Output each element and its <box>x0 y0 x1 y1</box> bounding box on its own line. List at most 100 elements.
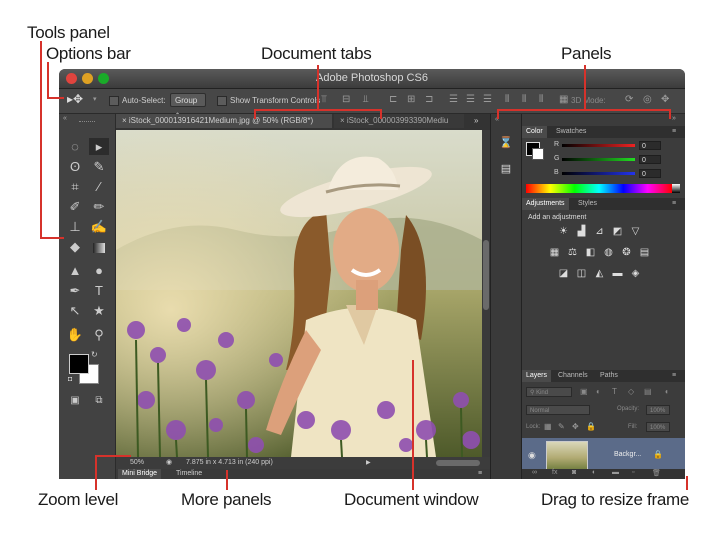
default-colors-icon[interactable]: ◘ <box>68 376 72 383</box>
swatches-tab[interactable]: Swatches <box>552 126 590 138</box>
auto-align-icon[interactable]: ▦ <box>559 95 568 105</box>
layer-filter-dropdown[interactable]: ⚲ Kind <box>526 387 572 397</box>
document-tab-active[interactable]: × iStock_000013916421Medium.jpg @ 50% (R… <box>116 114 332 128</box>
align-vcenter-icon[interactable]: ⊟ <box>342 95 350 105</box>
filter-pixel-icon[interactable]: ▣ <box>580 387 588 396</box>
history-panel-icon[interactable]: ⌛ <box>498 136 514 152</box>
lasso-tool-icon[interactable]: ʘ <box>65 158 85 175</box>
tab-close-icon[interactable]: × <box>340 116 345 125</box>
blend-mode-dropdown[interactable]: Normal <box>526 405 590 415</box>
paths-tab[interactable]: Paths <box>596 370 622 382</box>
status-info-icon[interactable]: ◉ <box>166 457 172 469</box>
status-menu-arrow-icon[interactable]: ▶ <box>366 457 371 469</box>
distribute-left-icon[interactable]: ⫴ <box>505 95 509 105</box>
spectrum-white-black[interactable] <box>672 184 680 193</box>
posterize-icon[interactable]: ◫ <box>576 268 587 279</box>
gradient-tool-icon[interactable] <box>89 238 109 255</box>
lock-transparent-icon[interactable]: ▦ <box>544 422 552 431</box>
clone-stamp-tool-icon[interactable]: ⊥ <box>65 218 85 235</box>
new-group-icon[interactable]: ▬ <box>612 469 619 476</box>
shape-tool-icon[interactable]: ★ <box>89 302 109 319</box>
distribute-right-icon[interactable]: ⫴ <box>539 95 543 105</box>
crop-tool-icon[interactable]: ⌗ <box>65 178 85 195</box>
move-tool-icon[interactable]: ▸✥ <box>67 93 83 105</box>
filter-shape-icon[interactable]: ◇ <box>628 387 634 396</box>
auto-select-dropdown[interactable]: Group ⇕ <box>170 93 206 119</box>
path-select-tool-icon[interactable]: ↖ <box>65 302 85 319</box>
adjustments-tab[interactable]: Adjustments <box>522 198 569 210</box>
styles-tab[interactable]: Styles <box>574 198 601 210</box>
exposure-icon[interactable]: ◩ <box>612 226 623 237</box>
color-tab[interactable]: Color <box>522 126 547 138</box>
color-background-swatch[interactable] <box>532 148 544 160</box>
red-value-field[interactable]: 0 <box>639 141 661 150</box>
fill-field[interactable]: 100% <box>646 422 670 432</box>
show-transform-checkbox[interactable] <box>217 96 227 106</box>
hand-tool-icon[interactable]: ✋ <box>65 326 85 343</box>
quick-mask-icon[interactable]: ▣ <box>65 392 85 409</box>
rotate-3d-icon[interactable]: ⟳ <box>625 95 633 105</box>
panel-menu-icon[interactable]: ≡ <box>672 126 676 138</box>
filter-smart-object-icon[interactable]: ▤ <box>644 387 652 396</box>
horizontal-scroll-thumb[interactable] <box>436 460 480 466</box>
gradient-map-icon[interactable]: ▬ <box>612 268 623 279</box>
tool-preset-chevron-icon[interactable]: ▾ <box>93 95 97 105</box>
quick-select-tool-icon[interactable]: ✎ <box>89 158 109 175</box>
dodge-tool-icon[interactable]: ● <box>89 262 109 279</box>
brush-tool-icon[interactable]: ✏ <box>89 198 109 215</box>
panels-expand-icon[interactable]: » <box>672 115 676 122</box>
channel-mixer-icon[interactable]: ❂ <box>621 247 632 258</box>
distribute-bottom-icon[interactable]: ☰ <box>483 95 492 105</box>
swap-colors-icon[interactable]: ↻ <box>91 350 98 359</box>
align-bottom-icon[interactable]: ⫫ <box>363 95 369 105</box>
channels-tab[interactable]: Channels <box>554 370 592 382</box>
screen-mode-icon[interactable]: ⧉ <box>89 392 109 409</box>
align-hcenter-icon[interactable]: ⊞ <box>407 95 415 105</box>
foreground-color-swatch[interactable] <box>69 354 89 374</box>
vertical-scrollbar[interactable] <box>482 130 490 457</box>
layers-tab[interactable]: Layers <box>522 370 552 382</box>
zoom-tool-icon[interactable]: ⚲ <box>89 326 109 343</box>
roll-3d-icon[interactable]: ◎ <box>643 95 652 105</box>
auto-select-checkbox[interactable] <box>109 96 119 106</box>
distribute-hcenter-icon[interactable]: ⫴ <box>522 95 526 105</box>
tools-collapse-icon[interactable]: « <box>63 115 67 122</box>
tab-close-icon[interactable]: × <box>122 116 127 125</box>
document-canvas-photo[interactable] <box>116 130 482 457</box>
vertical-scroll-thumb[interactable] <box>483 240 489 310</box>
zoom-level-field[interactable]: 50% <box>130 457 144 469</box>
properties-panel-icon[interactable]: ▤ <box>498 162 514 178</box>
align-right-icon[interactable]: ⊐ <box>425 95 433 105</box>
distribute-top-icon[interactable]: ☰ <box>449 95 458 105</box>
add-mask-icon[interactable]: ◙ <box>572 469 576 476</box>
bottom-panel-menu-icon[interactable]: ≡ <box>478 469 482 479</box>
opacity-field[interactable]: 100% <box>646 405 670 415</box>
layer-row-background[interactable]: ◉ Backgr... 🔒 <box>522 438 685 473</box>
color-balance-icon[interactable]: ⚖ <box>567 247 578 258</box>
filter-type-icon[interactable]: T <box>612 387 617 396</box>
lock-image-icon[interactable]: ✎ <box>558 422 565 431</box>
filter-adjustment-icon[interactable]: ◐ <box>596 387 601 396</box>
green-slider[interactable] <box>562 158 635 161</box>
marquee-tool-icon[interactable]: ◌ <box>65 138 85 155</box>
history-brush-tool-icon[interactable]: ✍ <box>89 218 109 235</box>
curves-icon[interactable]: ⊿ <box>594 226 605 237</box>
color-spectrum-bar[interactable] <box>526 184 672 193</box>
levels-icon[interactable]: ▟ <box>576 226 587 237</box>
blur-tool-icon[interactable]: ▲ <box>65 262 85 279</box>
black-white-icon[interactable]: ◧ <box>585 247 596 258</box>
layer-style-icon[interactable]: fx <box>552 469 557 476</box>
link-layers-icon[interactable]: ∞ <box>532 469 537 476</box>
distribute-vcenter-icon[interactable]: ☰ <box>466 95 475 105</box>
type-tool-icon[interactable]: T <box>89 282 109 299</box>
pan-3d-icon[interactable]: ✥ <box>661 95 669 105</box>
color-lookup-icon[interactable]: ▤ <box>639 247 650 258</box>
delete-layer-icon[interactable]: 🗑 <box>652 469 661 477</box>
timeline-tab[interactable]: Timeline <box>172 469 206 479</box>
red-slider[interactable] <box>562 144 635 147</box>
photo-filter-icon[interactable]: ◍ <box>603 247 614 258</box>
invert-icon[interactable]: ◪ <box>558 268 569 279</box>
lock-position-icon[interactable]: ✥ <box>572 422 579 431</box>
blue-value-field[interactable]: 0 <box>639 169 661 178</box>
lock-all-icon[interactable]: 🔒 <box>586 422 596 431</box>
